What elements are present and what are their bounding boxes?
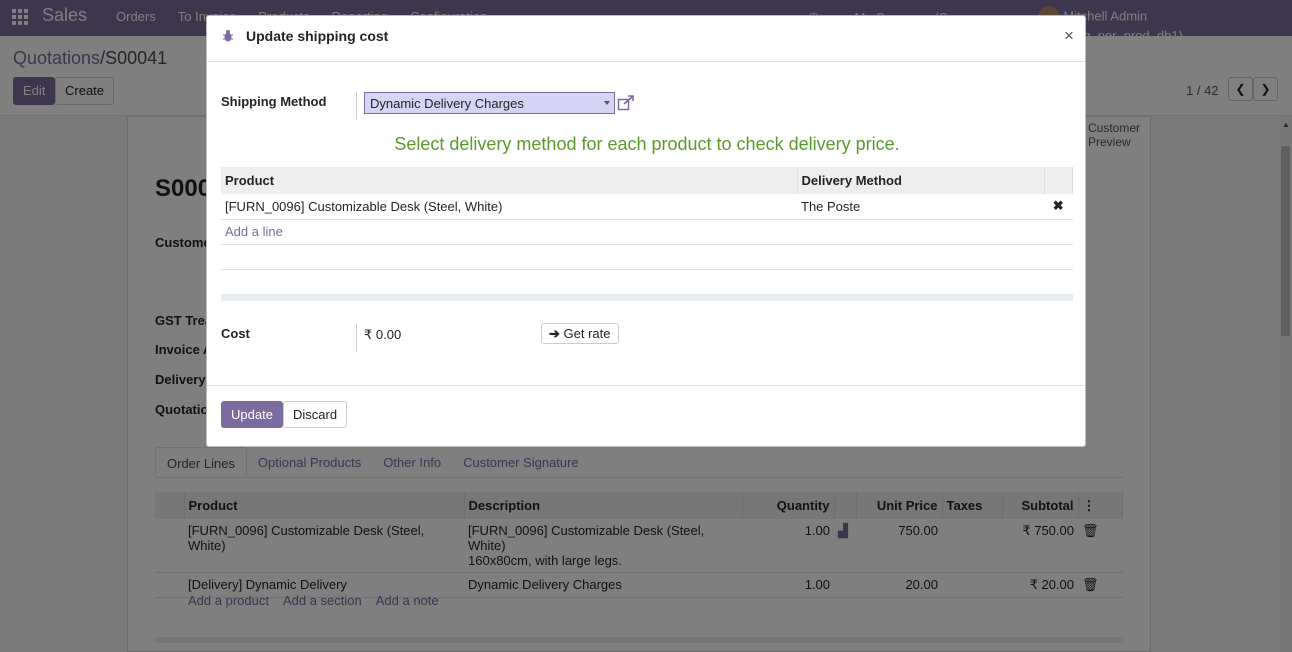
cost-label: Cost bbox=[221, 326, 250, 341]
external-link-icon[interactable] bbox=[617, 95, 635, 111]
add-line-link[interactable]: Add a line bbox=[221, 219, 1073, 245]
update-shipping-dialog: Update shipping cost × Shipping Method D… bbox=[206, 15, 1086, 447]
cell-delivery-method[interactable]: The Poste bbox=[797, 194, 1044, 220]
dialog-title: Update shipping cost bbox=[246, 28, 389, 44]
delete-line-icon[interactable]: ✖ bbox=[1044, 194, 1073, 220]
empty-cell bbox=[221, 244, 1073, 270]
chevron-down-icon[interactable] bbox=[604, 101, 610, 105]
shipping-method-select[interactable]: Dynamic Delivery Charges bbox=[364, 92, 615, 114]
delivery-lines-table: Product Delivery Method [FURN_0096] Cust… bbox=[221, 167, 1073, 270]
shipping-method-value: Dynamic Delivery Charges bbox=[370, 96, 524, 111]
column-product[interactable]: Product bbox=[221, 167, 798, 194]
dialog-footer: Update Discard bbox=[207, 385, 1085, 447]
table-footer-bar bbox=[221, 294, 1073, 301]
get-rate-button[interactable]: ➔ Get rate bbox=[541, 323, 619, 344]
get-rate-label: Get rate bbox=[563, 326, 611, 341]
bug-icon bbox=[223, 30, 233, 42]
close-icon[interactable]: × bbox=[1064, 26, 1074, 46]
empty-row bbox=[221, 244, 1073, 270]
field-separator bbox=[356, 92, 357, 120]
dialog-header: Update shipping cost × bbox=[207, 16, 1085, 62]
delivery-notice: Select delivery method for each product … bbox=[394, 134, 900, 154]
cost-value: ₹ 0.00 bbox=[364, 327, 402, 342]
cell-product[interactable]: [FURN_0096] Customizable Desk (Steel, Wh… bbox=[221, 194, 797, 220]
table-header: Product Delivery Method bbox=[221, 167, 1073, 194]
update-button[interactable]: Update bbox=[221, 401, 283, 428]
arrow-right-icon: ➔ bbox=[549, 326, 560, 341]
column-delete bbox=[1044, 167, 1073, 194]
discard-button[interactable]: Discard bbox=[283, 401, 348, 428]
list-item: Add a line bbox=[221, 219, 1073, 245]
field-separator bbox=[356, 324, 357, 352]
shipping-method-label: Shipping Method bbox=[221, 94, 327, 109]
column-delivery-method[interactable]: Delivery Method bbox=[797, 167, 1045, 194]
table-row[interactable]: [FURN_0096] Customizable Desk (Steel, Wh… bbox=[221, 194, 1073, 220]
